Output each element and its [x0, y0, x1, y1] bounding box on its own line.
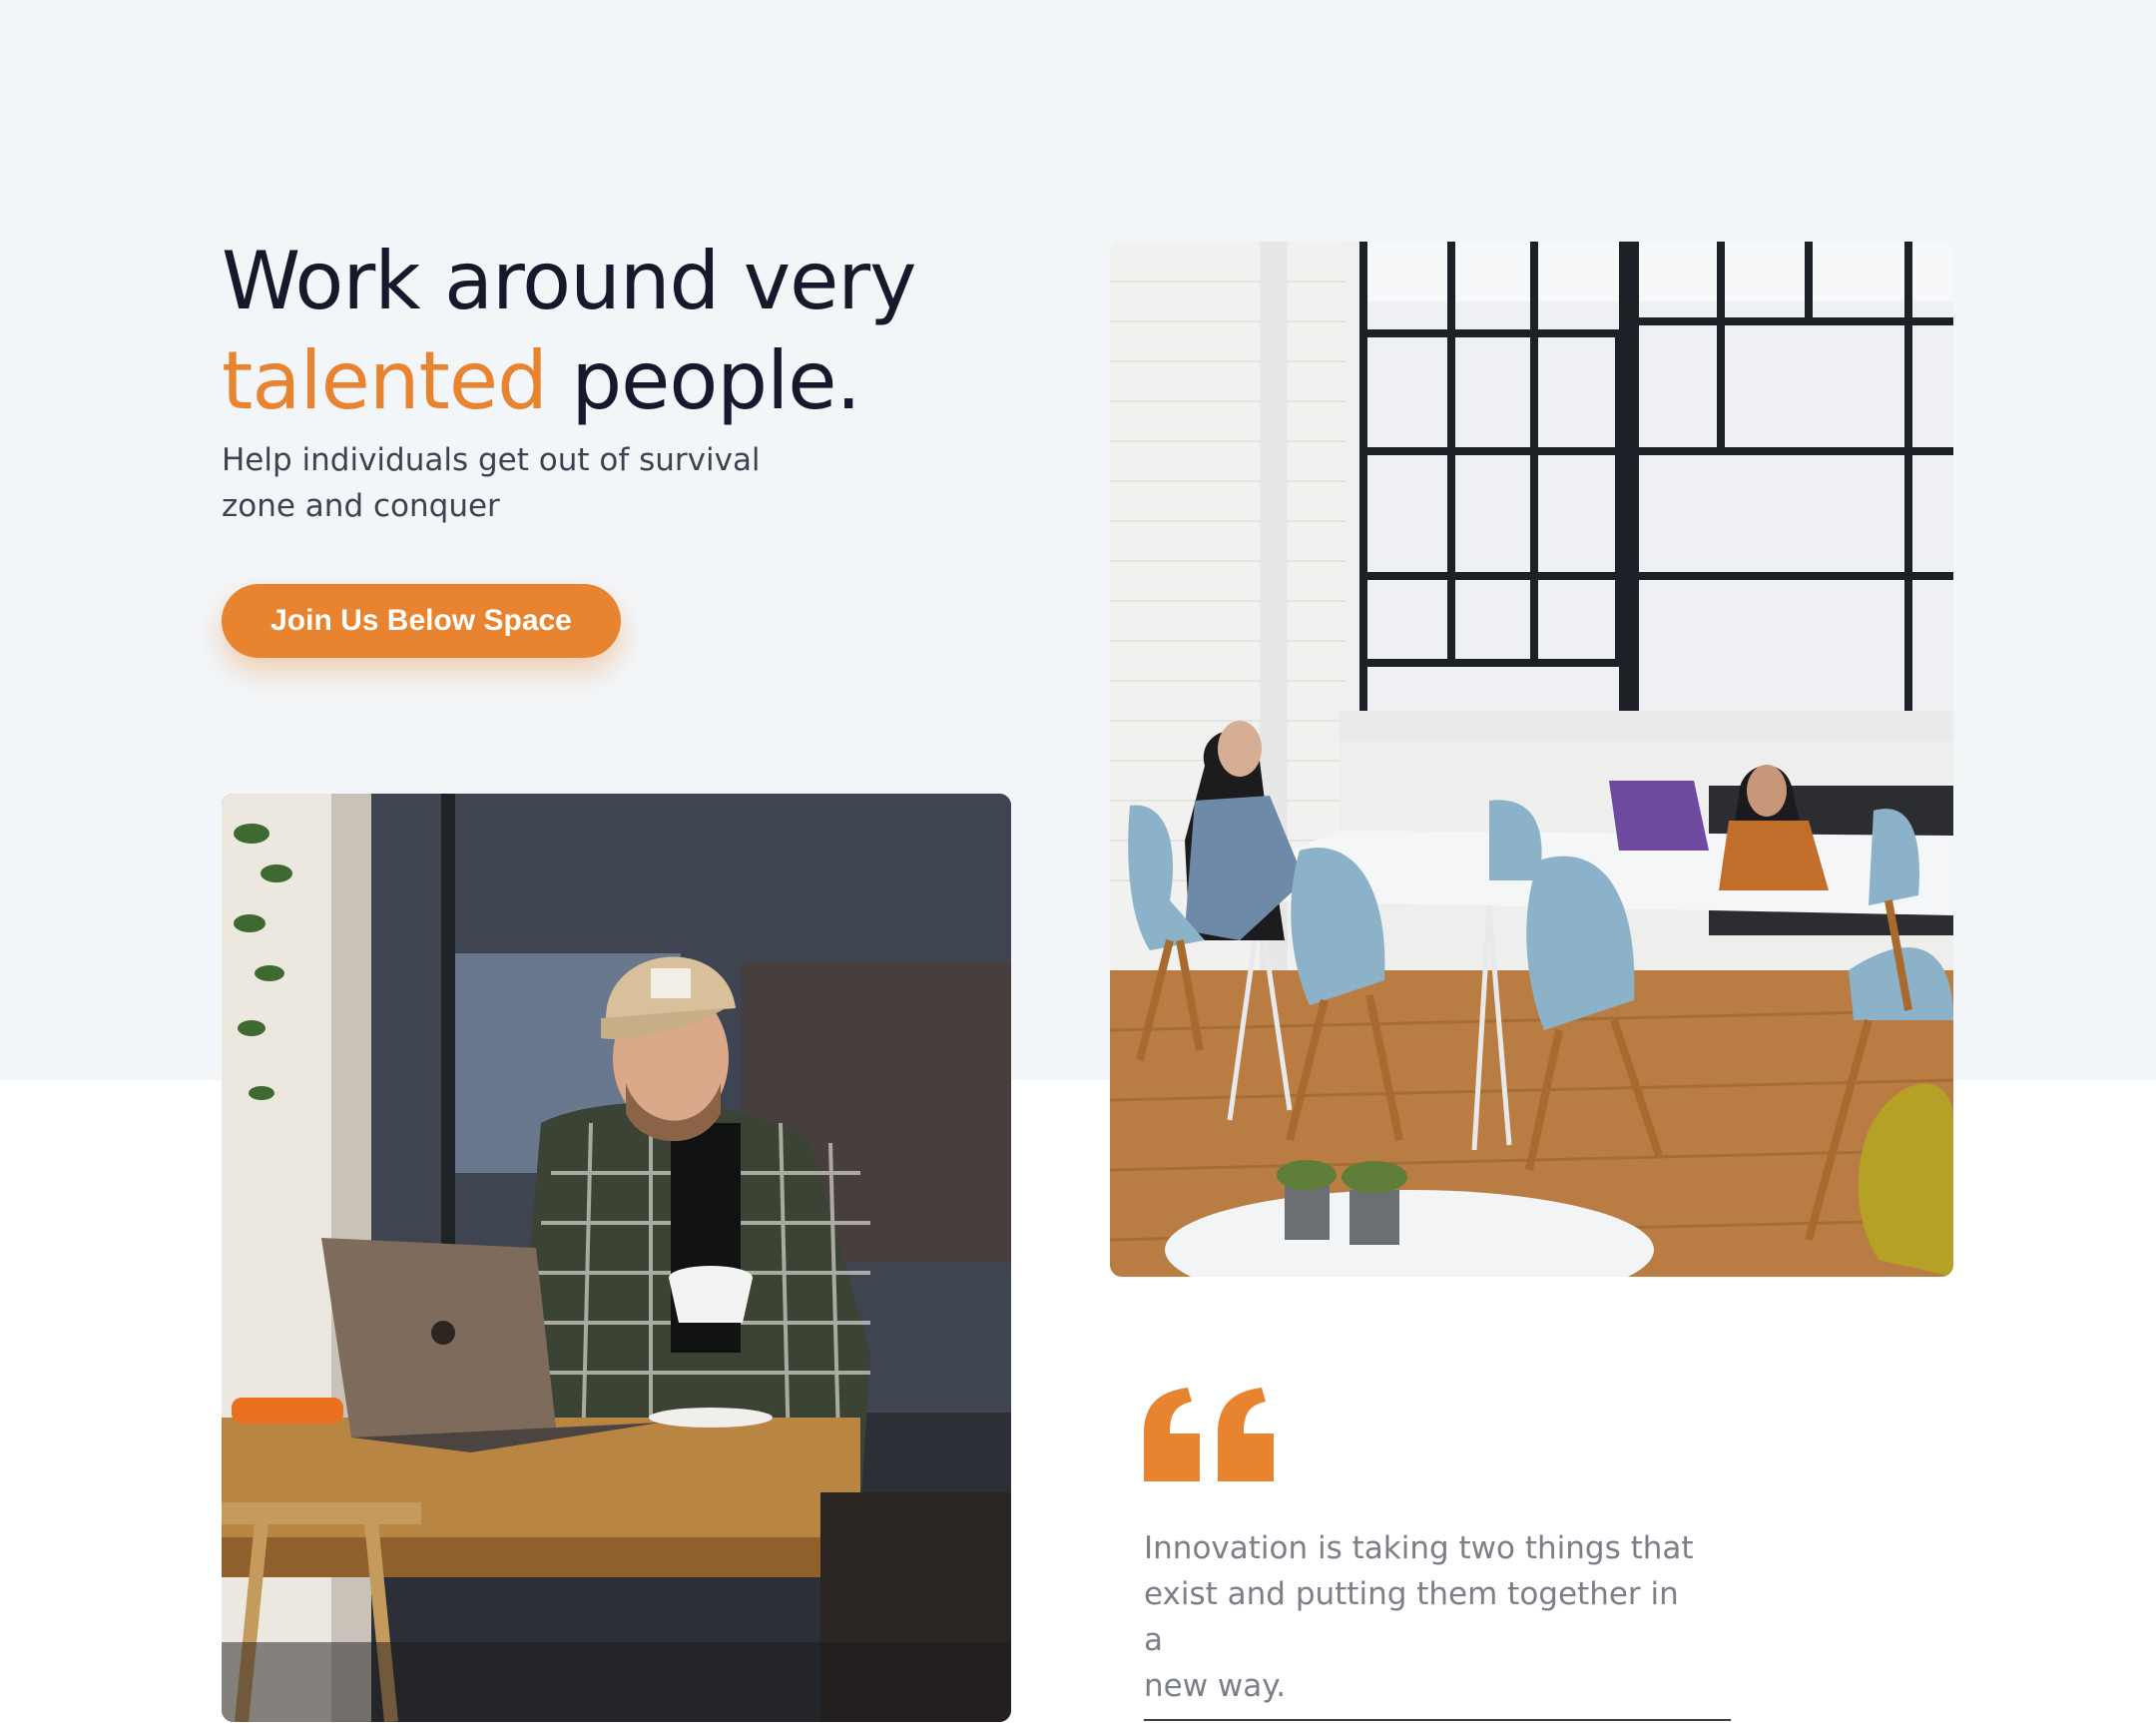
- headline-line-2-rest: people.: [571, 334, 861, 427]
- meeting-room-image: [1110, 242, 1953, 1277]
- quote-divider: [1144, 1719, 1731, 1721]
- meeting-room-photo: [1110, 242, 1953, 1277]
- quote-line-1: Innovation is taking two things that: [1144, 1530, 1694, 1566]
- quote-line-3: new way.: [1144, 1668, 1287, 1704]
- hero-headline: Work around very talented people.: [222, 232, 917, 431]
- join-us-button[interactable]: Join Us Below Space: [222, 584, 621, 658]
- headline-accent-word: talented: [222, 334, 548, 427]
- quote-line-2: exist and putting them together in a: [1144, 1576, 1679, 1658]
- quote-text: Innovation is taking two things that exi…: [1144, 1525, 1703, 1709]
- cafe-photo: [222, 794, 1011, 1722]
- page: Work around very talented people. Help i…: [0, 0, 2156, 1723]
- hero-subtitle: Help individuals get out of survival zon…: [222, 437, 781, 529]
- quote-icon: [1144, 1388, 1274, 1481]
- headline-line-1: Work around very: [222, 235, 917, 327]
- subtitle-line-1: Help individuals get out of survival: [222, 442, 761, 478]
- subtitle-line-2: zone and conquer: [222, 488, 500, 524]
- cafe-image: [222, 794, 1011, 1722]
